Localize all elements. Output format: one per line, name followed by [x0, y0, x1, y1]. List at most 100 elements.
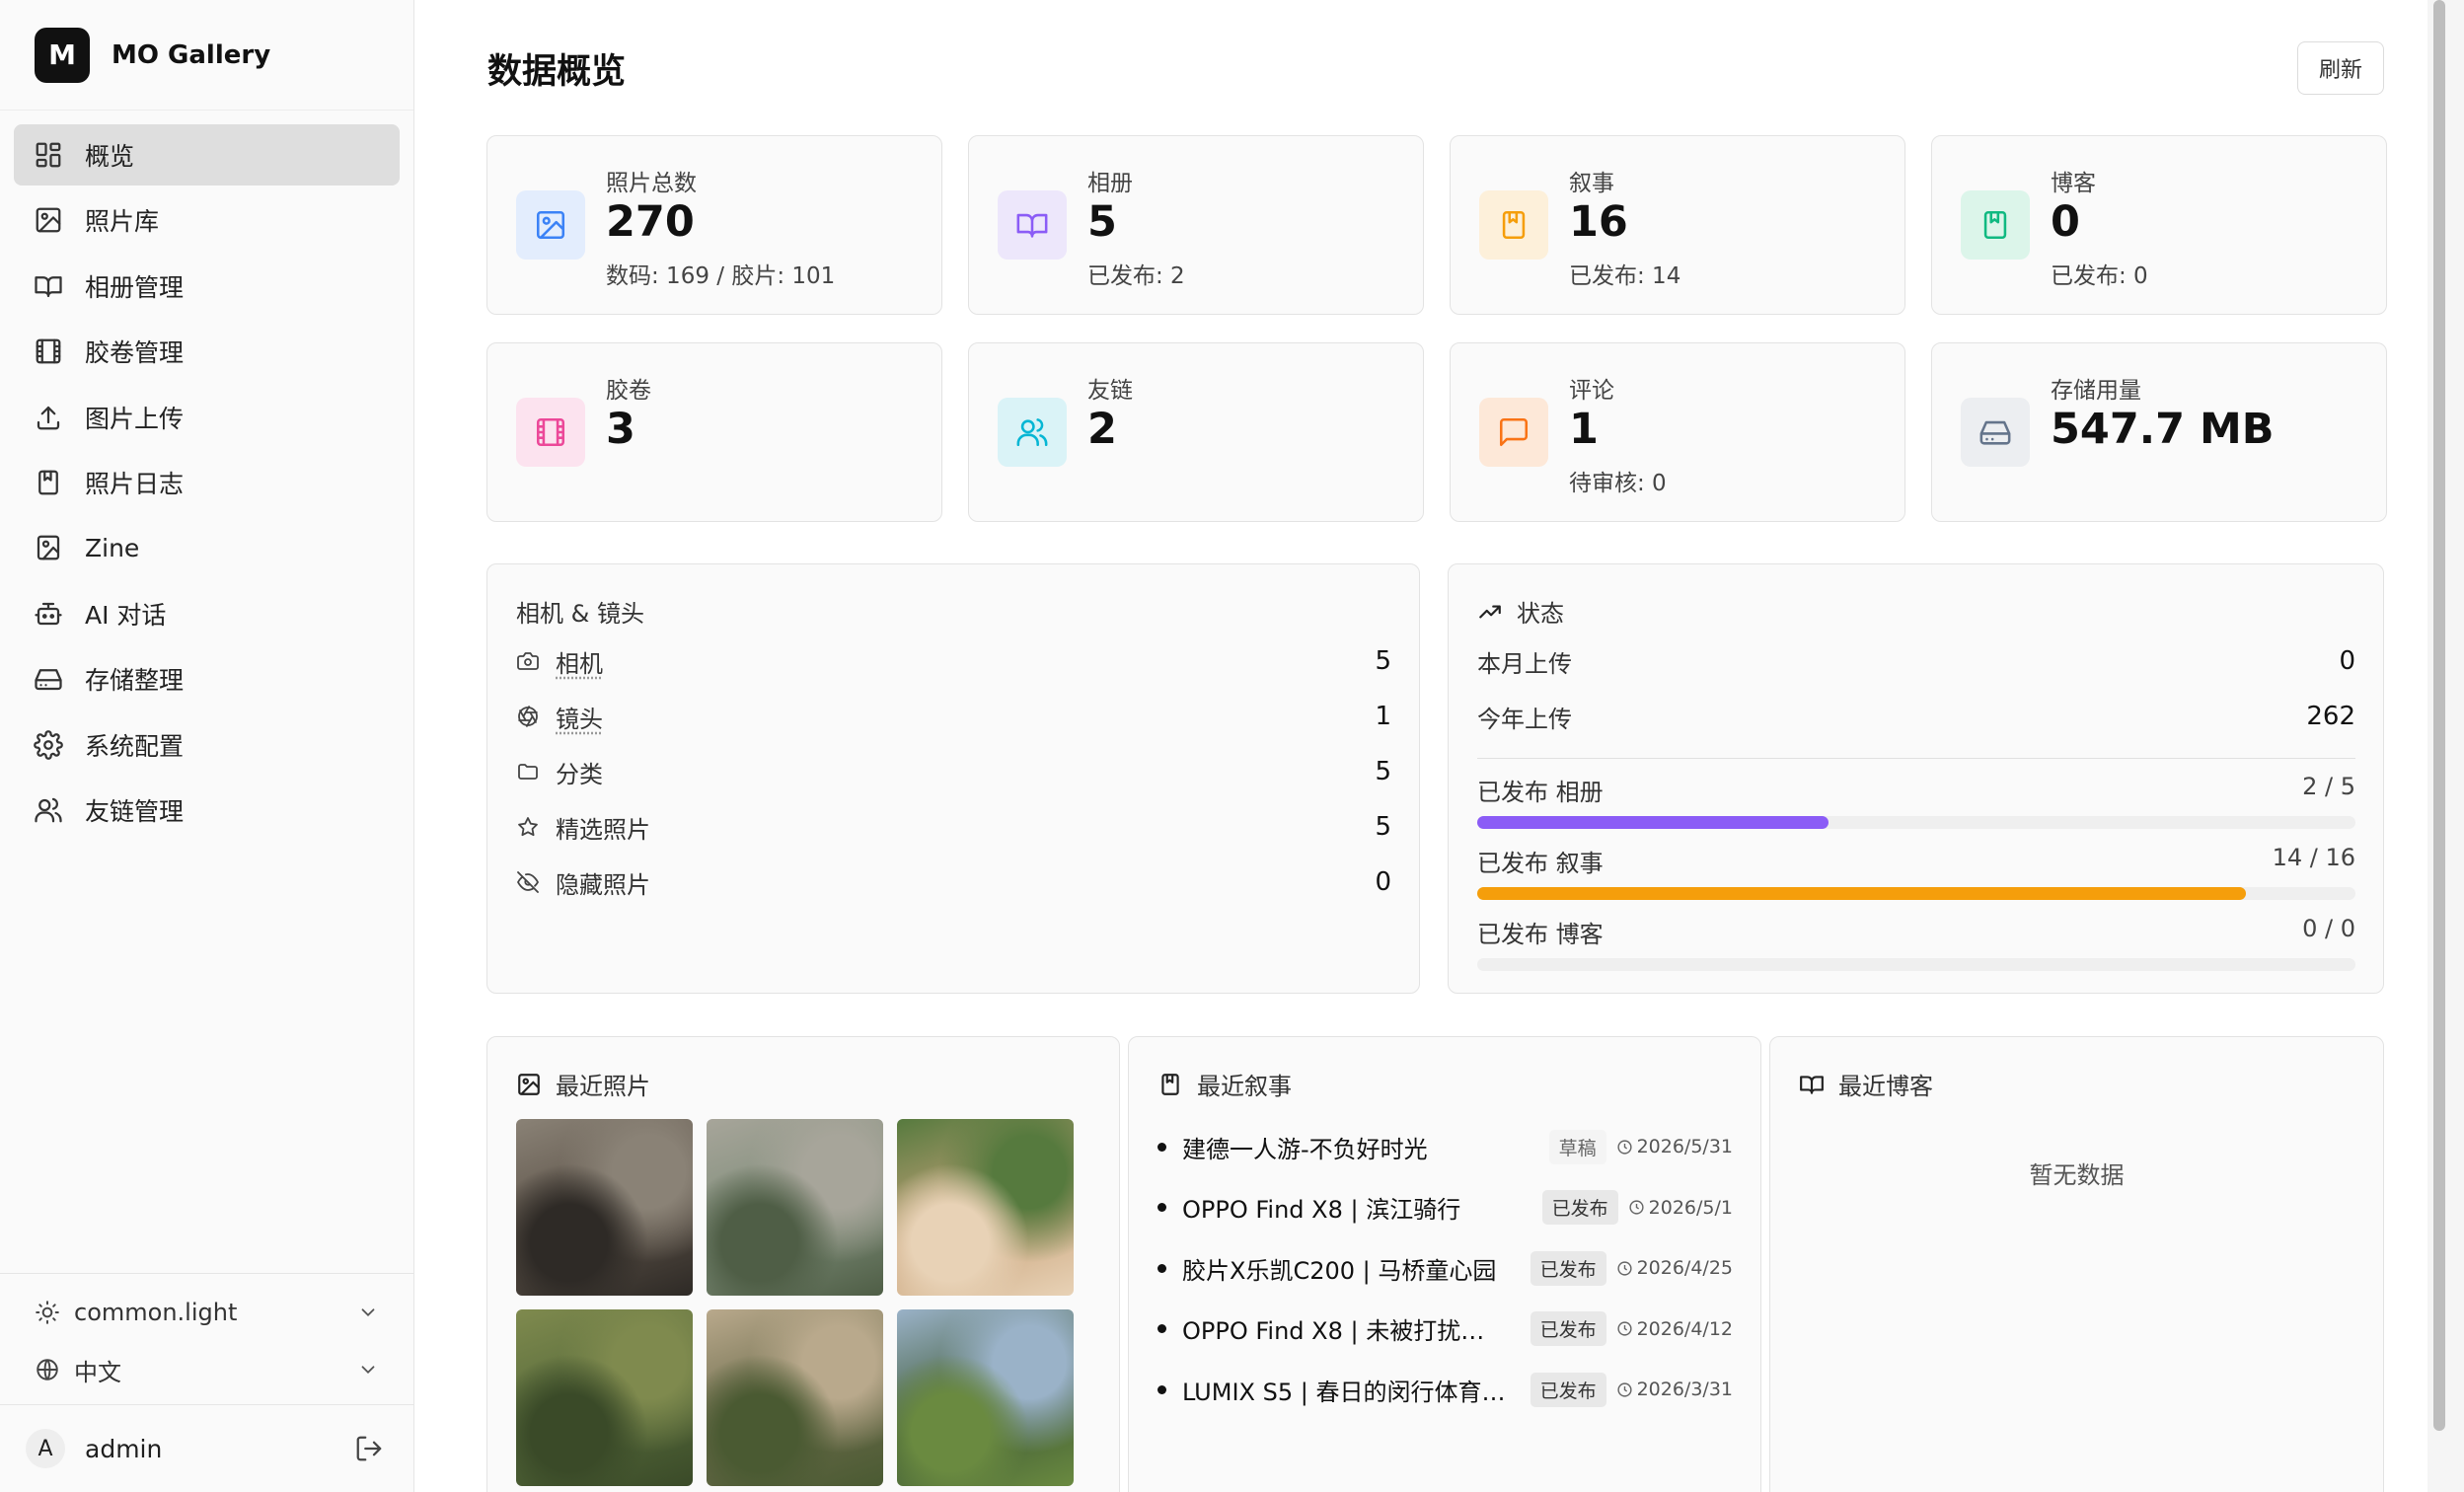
- clock-icon: [1616, 1260, 1632, 1276]
- photo-thumbnail-person-with-bicycle[interactable]: [516, 1119, 693, 1296]
- sidebar-item-label: AI 对话: [85, 600, 167, 630]
- story-date: 2026/4/25: [1616, 1257, 1733, 1279]
- row-label: 镜头: [556, 705, 603, 733]
- story-list-item[interactable]: 胶片X乐凯C200 | 马桥童心园 已发布 2026/4/25: [1157, 1248, 1733, 1288]
- user-row: A admin: [0, 1405, 413, 1492]
- photo-thumbnail-trees-with-statue[interactable]: [897, 1309, 1074, 1486]
- stat-row[interactable]: 镜头 1: [516, 697, 1391, 736]
- row-label: 隐藏照片: [556, 870, 650, 899]
- row-label: 精选照片: [556, 815, 650, 844]
- story-date: 2026/5/31: [1616, 1136, 1733, 1157]
- status-row: 今年上传 262: [1477, 697, 2355, 736]
- scrollbar-thumb[interactable]: [2433, 0, 2445, 1431]
- stat-sub: 已发布: 2: [1087, 263, 1185, 289]
- story-date: 2026/5/1: [1628, 1197, 1733, 1219]
- stat-value: 5: [1087, 197, 1117, 247]
- sidebar-item-3[interactable]: 胶卷管理: [14, 321, 400, 382]
- dashboard-icon: [36, 142, 61, 168]
- sidebar-item-label: 友链管理: [85, 796, 185, 826]
- brand-logo: M: [35, 27, 90, 83]
- sidebar-item-label: 概览: [85, 142, 135, 171]
- story-list-item[interactable]: LUMIX S5 | 春日的闵行体育公园 已发布 2026/3/31: [1157, 1370, 1733, 1409]
- logout-icon[interactable]: [354, 1434, 384, 1463]
- bot-icon: [35, 602, 62, 625]
- theme-select[interactable]: common.light: [0, 1284, 413, 1341]
- sidebar-item-label: 相册管理: [85, 272, 185, 302]
- stat-row[interactable]: 相机 5: [516, 641, 1391, 681]
- photo-thumbnail-stone-gate-with-trees[interactable]: [707, 1119, 883, 1296]
- row-value: 1: [1375, 702, 1391, 731]
- sidebar-item-2[interactable]: 相册管理: [14, 256, 400, 317]
- story-date-text: 2026/5/1: [1648, 1196, 1733, 1219]
- progress-value: 2 / 5: [2302, 773, 2355, 800]
- progress-fill: [1477, 887, 2246, 900]
- book-open-icon: [1016, 213, 1048, 238]
- stat-card: 友链 2: [968, 342, 1424, 522]
- brand[interactable]: M MO Gallery: [0, 0, 413, 111]
- story-date-text: 2026/4/12: [1636, 1317, 1733, 1340]
- sidebar-item-9[interactable]: 系统配置: [14, 714, 400, 776]
- photo-thumbnail-bamboo-grove[interactable]: [516, 1309, 693, 1486]
- stat-sub: 数码: 169 / 胶片: 101: [606, 263, 836, 289]
- sidebar-item-0[interactable]: 概览: [14, 124, 400, 186]
- progress-track: [1477, 958, 2355, 971]
- progress-track: [1477, 816, 2355, 829]
- sidebar-item-label: 存储整理: [85, 666, 185, 696]
- row-value: 0: [2339, 646, 2355, 676]
- stat-value: 547.7 MB: [2051, 405, 2275, 454]
- stat-card: 胶卷 3: [486, 342, 942, 522]
- stat-icon-box: [1479, 398, 1548, 467]
- photo-thumbnail-old-building-wall[interactable]: [897, 1119, 1074, 1296]
- sidebar-item-1[interactable]: 照片库: [14, 189, 400, 251]
- film-icon: [536, 417, 565, 447]
- status-badge: 已发布: [1530, 1250, 1606, 1286]
- language-select-value: 中文: [74, 1358, 121, 1386]
- sidebar-item-7[interactable]: AI 对话: [14, 583, 400, 644]
- chevron-down-icon: [361, 1308, 375, 1317]
- story-date-text: 2026/4/25: [1636, 1257, 1733, 1279]
- stat-row: 精选照片 5: [516, 807, 1391, 847]
- sidebar-item-4[interactable]: 图片上传: [14, 387, 400, 448]
- panel-title: 相机 & 镜头: [516, 600, 644, 628]
- status-badge: 已发布: [1541, 1190, 1618, 1225]
- refresh-button[interactable]: 刷新: [2297, 41, 2384, 95]
- page-title: 数据概览: [487, 51, 627, 92]
- sidebar-item-10[interactable]: 友链管理: [14, 780, 400, 841]
- star-icon: [518, 817, 538, 837]
- stat-value: 2: [1087, 405, 1117, 454]
- story-title: OPPO Find X8 | 滨江骑行: [1182, 1196, 1461, 1224]
- progress-value: 14 / 16: [2272, 844, 2355, 871]
- aperture-icon: [518, 706, 538, 727]
- photo-thumbnail-bamboo-gatehouse[interactable]: [707, 1309, 883, 1486]
- divider: [1477, 758, 2355, 759]
- notebook-icon: [1161, 1073, 1179, 1095]
- sidebar-item-8[interactable]: 存储整理: [14, 648, 400, 709]
- avatar: A: [26, 1429, 65, 1468]
- story-date: 2026/4/12: [1616, 1318, 1733, 1340]
- story-list-item[interactable]: 建德一人游-不负好时光 草稿 2026/5/31: [1157, 1127, 1733, 1166]
- story-list-item[interactable]: OPPO Find X8 | 滨江骑行 已发布 2026/5/1: [1157, 1188, 1733, 1228]
- stat-label: 相册: [1087, 171, 1133, 196]
- status-badge: 草稿: [1548, 1129, 1606, 1164]
- sidebar-item-label: 系统配置: [85, 731, 185, 761]
- sidebar-item-6[interactable]: Zine: [14, 517, 400, 578]
- bullet: [1157, 1263, 1166, 1273]
- stat-card: 照片总数 270 数码: 169 / 胶片: 101: [486, 135, 942, 315]
- bullet: [1157, 1203, 1166, 1212]
- progress-header: 已发布 博客 0 / 0: [1477, 915, 2355, 949]
- progress-track: [1477, 887, 2355, 900]
- story-title: 胶片X乐凯C200 | 马桥童心园: [1182, 1256, 1497, 1285]
- panel-title: 最近照片: [516, 1067, 650, 1101]
- stat-label: 存储用量: [2051, 378, 2141, 404]
- stat-icon-box: [1961, 190, 2030, 260]
- row-value: 5: [1375, 812, 1391, 842]
- clock-icon: [1616, 1381, 1632, 1397]
- progress-label: 已发布 相册: [1477, 779, 1604, 806]
- story-list-item[interactable]: OPPO Find X8 | 未被打扰的湿... 已发布 2026/4/12: [1157, 1309, 1733, 1349]
- sidebar-item-5[interactable]: 照片日志: [14, 452, 400, 513]
- clock-icon: [1616, 1321, 1632, 1336]
- user-name: admin: [85, 1434, 163, 1463]
- row-value: 262: [2306, 702, 2355, 731]
- stat-icon-box: [1479, 190, 1548, 260]
- language-select[interactable]: 中文: [0, 1341, 413, 1398]
